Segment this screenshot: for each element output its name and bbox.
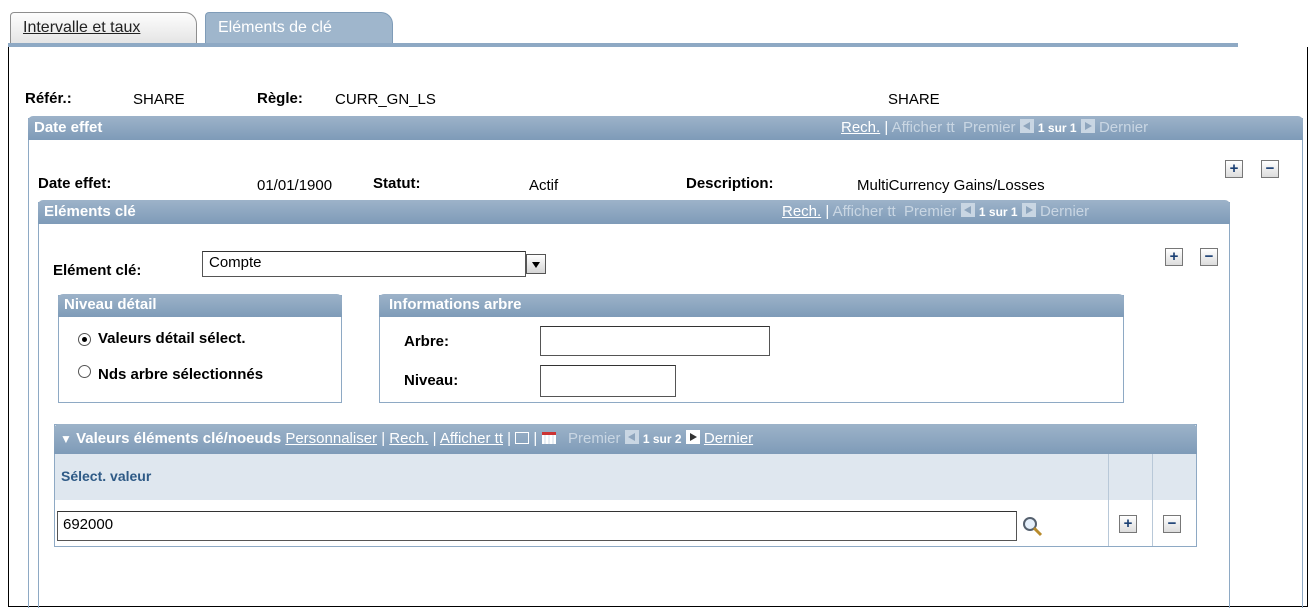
elements-last: Dernier bbox=[1039, 203, 1090, 220]
arbre-label: Arbre: bbox=[404, 333, 450, 350]
rule-description: SHARE bbox=[888, 91, 940, 108]
nav-separator: | bbox=[825, 203, 830, 220]
valeurs-first: Premier bbox=[568, 430, 621, 447]
delete-element-button[interactable]: − bbox=[1200, 248, 1218, 266]
new-window-icon[interactable] bbox=[515, 432, 530, 444]
delete-value-button[interactable]: − bbox=[1163, 515, 1181, 533]
elements-cle-header: Eléments clé Rech. | Afficher tt Premier… bbox=[38, 200, 1230, 224]
next-arrow-icon[interactable] bbox=[685, 430, 700, 444]
tab-elements-de-cle[interactable]: Eléments de clé bbox=[205, 12, 393, 45]
delete-row-button[interactable]: − bbox=[1261, 160, 1279, 178]
informations-arbre-header: Informations arbre bbox=[379, 294, 1124, 317]
date-effet-value: 01/01/1900 bbox=[257, 177, 333, 194]
valeurs-count: 1 sur 2 bbox=[642, 432, 682, 446]
description-label: Description: bbox=[686, 175, 774, 192]
valeurs-detail-label: Valeurs détail sélect. bbox=[98, 330, 246, 347]
prev-arrow-icon bbox=[960, 203, 975, 217]
date-effet-title: Date effet bbox=[34, 119, 103, 136]
elements-cle-nav: Rech. | Afficher tt Premier 1 sur 1 Dern… bbox=[782, 203, 1089, 220]
elements-count: 1 sur 1 bbox=[978, 205, 1018, 219]
nav-separator: | bbox=[507, 430, 512, 447]
status-value: Actif bbox=[529, 177, 559, 194]
date-effet-nav: Rech. | Afficher tt Premier 1 sur 1 Dern… bbox=[841, 119, 1148, 136]
valeurs-grid-header: ▼ Valeurs éléments clé/noeuds Personnali… bbox=[54, 424, 1197, 454]
grid-divider bbox=[1108, 454, 1109, 546]
prev-arrow-icon bbox=[1019, 119, 1034, 133]
next-arrow-icon bbox=[1080, 119, 1095, 133]
search-icon[interactable] bbox=[1021, 515, 1043, 537]
rule-label: Règle: bbox=[257, 90, 303, 107]
date-effet-search-link[interactable]: Rech. bbox=[841, 119, 880, 136]
prev-arrow-icon bbox=[624, 430, 639, 444]
tab-intervalle-et-taux[interactable]: Intervalle et taux bbox=[10, 12, 197, 45]
nav-separator: | bbox=[381, 430, 386, 447]
date-effet-header: Date effet Rech. | Afficher tt Premier 1… bbox=[28, 116, 1303, 140]
radio-nds-arbre[interactable] bbox=[78, 365, 91, 378]
elements-cle-title: Eléments clé bbox=[44, 203, 136, 220]
radio-valeurs-detail[interactable] bbox=[78, 333, 91, 346]
date-effet-first: Premier bbox=[963, 119, 1016, 136]
valeurs-search-link[interactable]: Rech. bbox=[389, 430, 428, 447]
rule-value: CURR_GN_LS bbox=[335, 91, 436, 108]
personnaliser-link[interactable]: Personnaliser bbox=[285, 430, 377, 447]
arbre-input[interactable] bbox=[540, 326, 770, 356]
nav-separator: | bbox=[884, 119, 889, 136]
date-effet-last: Dernier bbox=[1098, 119, 1149, 136]
ref-label: Référ.: bbox=[25, 90, 72, 107]
chevron-down-icon[interactable] bbox=[526, 254, 546, 274]
date-effet-count: 1 sur 1 bbox=[1037, 121, 1077, 135]
add-row-button[interactable]: + bbox=[1225, 160, 1243, 178]
add-element-button[interactable]: + bbox=[1165, 248, 1183, 266]
grid-column-header: Sélect. valeur bbox=[55, 454, 1196, 500]
valeurs-last-link[interactable]: Dernier bbox=[704, 430, 753, 447]
next-arrow-icon bbox=[1021, 203, 1036, 217]
date-effet-show-all: Afficher tt bbox=[891, 119, 955, 136]
niveau-input[interactable] bbox=[540, 365, 676, 397]
informations-arbre-title: Informations arbre bbox=[389, 296, 522, 313]
elements-first: Premier bbox=[904, 203, 957, 220]
nav-separator: | bbox=[432, 430, 437, 447]
niveau-detail-header: Niveau détail bbox=[58, 294, 342, 317]
collapse-triangle-icon[interactable]: ▼ bbox=[60, 432, 72, 446]
valeurs-grid-title: Valeurs éléments clé/noeuds bbox=[76, 430, 282, 447]
valeurs-show-all-link[interactable]: Afficher tt bbox=[440, 430, 503, 447]
elements-show-all: Afficher tt bbox=[832, 203, 896, 220]
nav-separator: | bbox=[533, 430, 538, 447]
ref-value: SHARE bbox=[133, 91, 185, 108]
select-value-input[interactable]: 692000 bbox=[57, 511, 1017, 541]
niveau-detail-title: Niveau détail bbox=[64, 296, 157, 313]
elements-search-link[interactable]: Rech. bbox=[782, 203, 821, 220]
status-label: Statut: bbox=[373, 175, 421, 192]
element-cle-selected: Compte bbox=[209, 254, 262, 271]
niveau-label: Niveau: bbox=[404, 372, 459, 389]
date-effet-label: Date effet: bbox=[38, 175, 112, 192]
grid-divider bbox=[1152, 454, 1153, 546]
nds-arbre-label: Nds arbre sélectionnés bbox=[98, 366, 264, 383]
element-cle-label: Elément clé: bbox=[53, 262, 142, 279]
description-value: MultiCurrency Gains/Losses bbox=[857, 177, 1045, 194]
select-value-column-label: Sélect. valeur bbox=[61, 468, 152, 484]
element-cle-select[interactable]: Compte bbox=[202, 251, 526, 277]
add-value-button[interactable]: + bbox=[1119, 515, 1137, 533]
download-grid-icon[interactable] bbox=[541, 432, 556, 444]
